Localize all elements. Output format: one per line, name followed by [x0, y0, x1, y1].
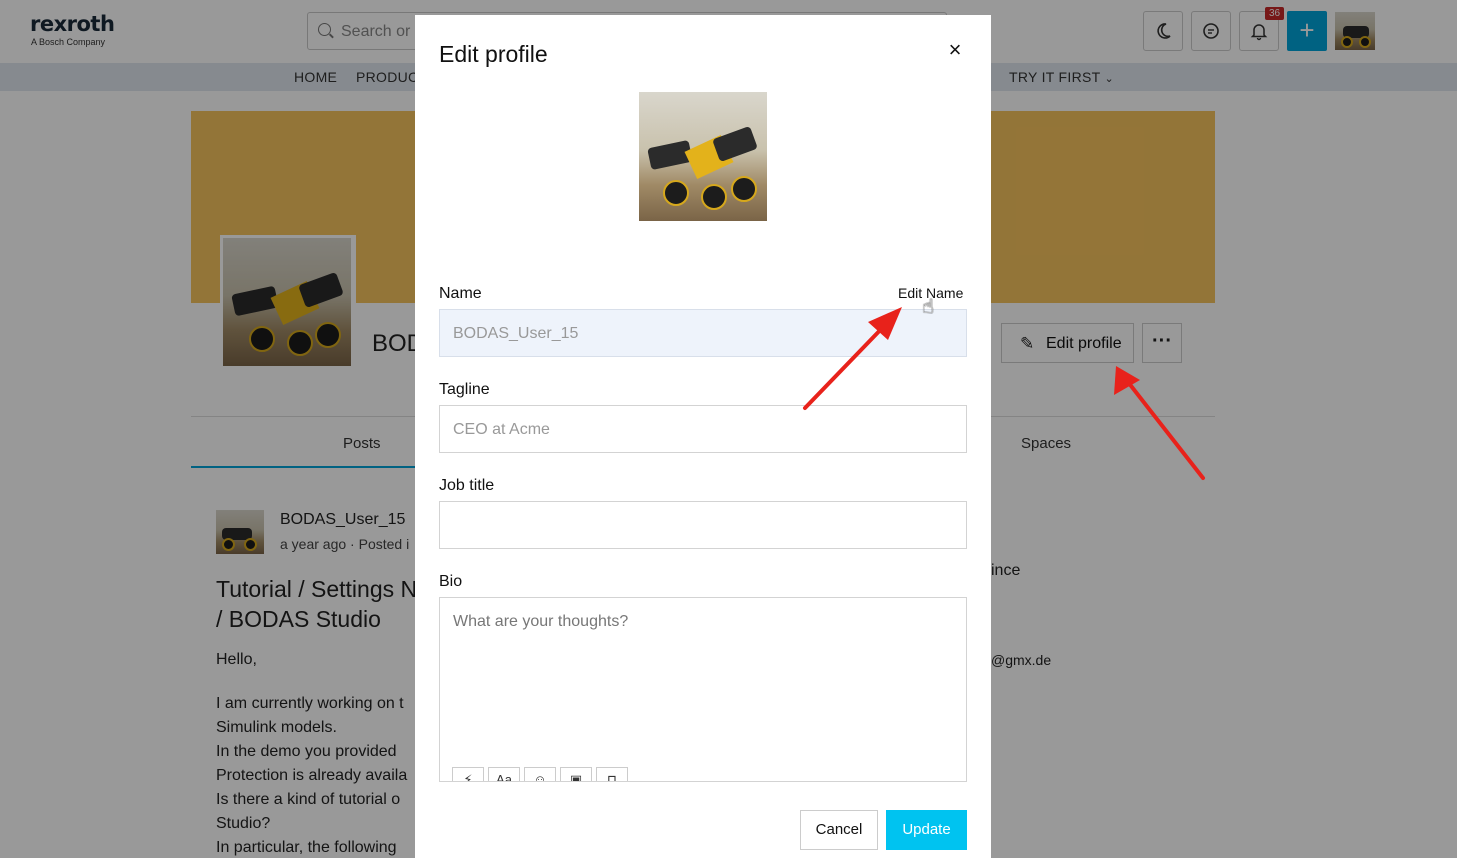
annotation-arrows — [803, 307, 1205, 480]
arrow-to-edit-profile — [1114, 366, 1205, 480]
arrow-to-edit-name — [803, 307, 902, 410]
